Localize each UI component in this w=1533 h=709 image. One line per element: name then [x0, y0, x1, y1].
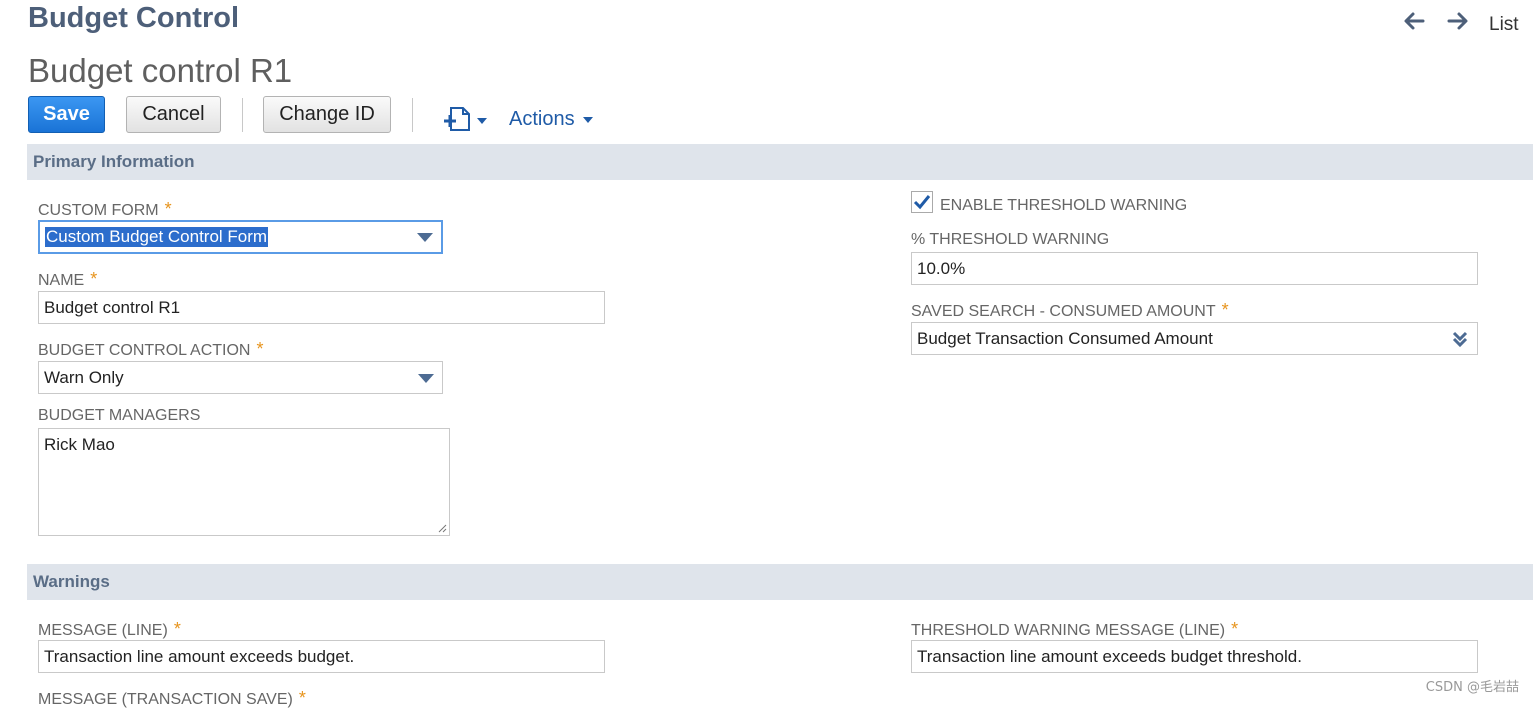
- threshold-warning-pct-label: % THRESHOLD WARNING: [911, 231, 1110, 248]
- budget-control-action-value: Warn Only: [44, 367, 124, 387]
- saved-search-select[interactable]: Budget Transaction Consumed Amount: [911, 322, 1478, 355]
- required-marker: *: [298, 688, 306, 708]
- required-marker: *: [173, 619, 181, 639]
- toolbar-divider: [412, 98, 413, 132]
- required-marker: *: [164, 199, 172, 219]
- budget-control-action-select[interactable]: Warn Only: [38, 361, 443, 394]
- budget-managers-value: Rick Mao: [44, 435, 115, 454]
- toolbar-divider: [242, 98, 243, 132]
- required-marker: *: [90, 269, 98, 289]
- arrow-left-icon[interactable]: [1403, 11, 1425, 36]
- required-marker: *: [1221, 300, 1229, 320]
- message-line-value: Transaction line amount exceeds budget.: [44, 646, 355, 666]
- saved-search-label: SAVED SEARCH - CONSUMED AMOUNT *: [911, 300, 1229, 320]
- custom-form-value: Custom Budget Control Form: [45, 227, 269, 247]
- page-title: Budget Control: [28, 2, 240, 34]
- name-input[interactable]: Budget control R1: [38, 291, 605, 324]
- custom-form-select[interactable]: Custom Budget Control Form: [38, 220, 443, 254]
- double-chevron-down-icon[interactable]: [1452, 330, 1468, 348]
- threshold-message-line-value: Transaction line amount exceeds budget t…: [917, 646, 1302, 666]
- section-primary-information[interactable]: Primary Information: [27, 144, 1533, 180]
- section-warnings[interactable]: Warnings: [27, 564, 1533, 600]
- threshold-message-line-label: THRESHOLD WARNING MESSAGE (LINE) *: [911, 619, 1239, 639]
- resize-grip-icon[interactable]: [437, 523, 447, 533]
- required-marker: *: [256, 339, 264, 359]
- dropdown-caret-icon: [417, 233, 433, 242]
- threshold-message-line-input[interactable]: Transaction line amount exceeds budget t…: [911, 640, 1478, 673]
- message-line-input[interactable]: Transaction line amount exceeds budget.: [38, 640, 605, 673]
- budget-managers-textarea[interactable]: Rick Mao: [38, 428, 450, 536]
- arrow-right-icon[interactable]: [1447, 11, 1469, 36]
- list-link[interactable]: List: [1489, 14, 1519, 36]
- dropdown-caret-icon: [418, 373, 434, 383]
- custom-form-label: CUSTOM FORM *: [38, 199, 172, 219]
- saved-search-value: Budget Transaction Consumed Amount: [917, 328, 1213, 348]
- message-transaction-save-label: MESSAGE (TRANSACTION SAVE) *: [38, 688, 306, 708]
- name-value: Budget control R1: [44, 297, 181, 317]
- name-label: NAME *: [38, 269, 98, 289]
- actions-menu[interactable]: Actions: [509, 108, 594, 131]
- message-line-label: MESSAGE (LINE) *: [38, 619, 181, 639]
- change-id-button[interactable]: Change ID: [263, 96, 391, 133]
- budget-managers-label: BUDGET MANAGERS: [38, 407, 201, 424]
- required-marker: *: [1231, 619, 1239, 639]
- watermark: CSDN @毛岩喆: [1425, 680, 1519, 695]
- enable-threshold-warning-label: ENABLE THRESHOLD WARNING: [940, 197, 1188, 214]
- section-title: Primary Information: [33, 152, 195, 171]
- record-title: Budget control R1: [28, 52, 293, 89]
- save-button[interactable]: Save: [28, 96, 105, 133]
- enable-threshold-warning-checkbox[interactable]: [911, 191, 933, 213]
- checkmark-icon: [913, 195, 931, 210]
- section-title: Warnings: [33, 572, 110, 591]
- threshold-warning-pct-input[interactable]: 10.0%: [911, 252, 1478, 285]
- budget-control-action-label: BUDGET CONTROL ACTION *: [38, 339, 264, 359]
- actions-label: Actions: [509, 108, 575, 130]
- threshold-warning-pct-value: 10.0%: [917, 258, 966, 278]
- dropdown-caret-icon: [583, 116, 594, 123]
- cancel-button[interactable]: Cancel: [126, 96, 221, 133]
- new-record-icon[interactable]: [442, 106, 490, 138]
